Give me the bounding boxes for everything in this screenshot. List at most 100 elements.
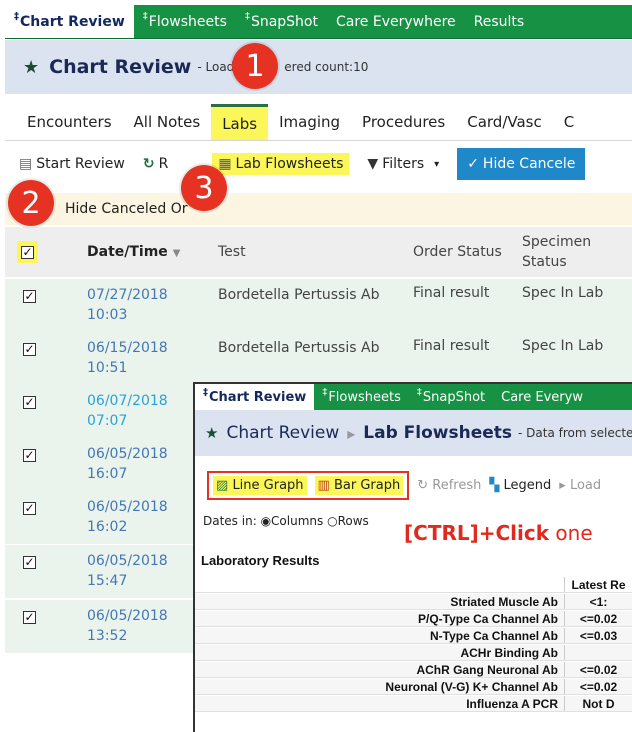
tab-snapshot[interactable]: ‡ SnapShot bbox=[236, 5, 327, 38]
date-column-header[interactable]: Date/Time ▼ bbox=[87, 244, 218, 260]
select-all-cell: ✓ bbox=[5, 241, 87, 263]
inset-tab-bar: ‡ Chart Review ‡ Flowsheets ‡ SnapShot Care… bbox=[195, 384, 632, 410]
result-row[interactable]: Striated Muscle Ab <1: bbox=[195, 594, 632, 610]
result-name: AChR Gang Neuronal Ab bbox=[195, 662, 565, 677]
legend-button[interactable]: ▚ Legend bbox=[489, 478, 551, 493]
row-checkbox-cell: ✓ bbox=[5, 279, 87, 332]
result-value: Not D bbox=[582, 697, 615, 711]
result-row[interactable]: N-Type Ca Channel Ab <=0.03 bbox=[195, 628, 632, 644]
row-checkbox[interactable]: ✓ bbox=[23, 449, 36, 462]
row-checkbox[interactable]: ✓ bbox=[23, 396, 36, 409]
filter-icon: ▼ bbox=[367, 156, 379, 172]
tab-more[interactable]: C bbox=[553, 104, 585, 140]
result-row[interactable]: Neuronal (V-G) K+ Channel Ab <=0.02 bbox=[195, 679, 632, 695]
tab-imaging[interactable]: Imaging bbox=[268, 104, 351, 140]
results-name-header bbox=[195, 577, 565, 592]
row-checkbox-cell: ✓ bbox=[5, 385, 87, 438]
refresh-label: R bbox=[158, 156, 169, 172]
tab-care-everywhere[interactable]: Care Everywhere bbox=[327, 5, 465, 38]
tab-chart-review[interactable]: ‡ Chart Review bbox=[5, 5, 134, 38]
filters-button[interactable]: ▼ Filters ▾ bbox=[361, 153, 445, 175]
result-row[interactable]: ACHr Binding Ab bbox=[195, 645, 632, 661]
result-value: <=0.02 bbox=[579, 680, 618, 694]
select-all-checkbox[interactable]: ✓ bbox=[21, 246, 34, 259]
result-row[interactable]: Influenza A PCR Not D bbox=[195, 696, 632, 712]
row-checkbox-cell: ✓ bbox=[5, 600, 87, 653]
bar-graph-button[interactable]: ▥ Bar Graph bbox=[314, 475, 404, 495]
inset-tab-flowsheets[interactable]: ‡ Flowsheets bbox=[314, 384, 409, 410]
tab-label: SnapShot bbox=[250, 13, 318, 30]
specimen-status-column-header[interactable]: Specimen Status bbox=[522, 232, 591, 272]
page-subtitle: - Load bbox=[197, 60, 235, 74]
lab-flowsheets-label: Lab Flowsheets bbox=[235, 156, 344, 172]
tab-flowsheets[interactable]: ‡ Flowsheets bbox=[134, 5, 236, 38]
table-row[interactable]: ✓ 06/15/2018 10:51 Bordetella Pertussis Ab F… bbox=[5, 332, 632, 385]
row-checkbox[interactable]: ✓ bbox=[23, 290, 36, 303]
refresh-icon: ↻ bbox=[142, 156, 155, 172]
columns-radio[interactable]: ◉ bbox=[261, 514, 271, 528]
tab-encounters[interactable]: Encounters bbox=[5, 104, 123, 140]
table-row[interactable]: ✓ 07/27/2018 10:03 Bordetella Pertussis Ab F… bbox=[5, 279, 632, 332]
hide-canceled-button[interactable]: ✓ Hide Cancele bbox=[457, 148, 586, 180]
start-review-label: Start Review bbox=[36, 156, 125, 172]
result-value: <=0.02 bbox=[579, 612, 618, 626]
pin-icon: ‡ bbox=[416, 386, 422, 398]
tab-procedures[interactable]: Procedures bbox=[351, 104, 456, 140]
refresh-button[interactable]: ↻ R bbox=[137, 153, 174, 175]
filters-label: Filters bbox=[382, 156, 425, 172]
result-name: ACHr Binding Ab bbox=[195, 645, 565, 660]
inset-title: Chart Review bbox=[226, 423, 340, 443]
breadcrumb-arrow-icon: ▸ bbox=[347, 423, 356, 443]
result-name: Influenza A PCR bbox=[195, 696, 565, 711]
result-name: P/Q-Type Ca Channel Ab bbox=[195, 611, 565, 626]
tab-card-vasc[interactable]: Card/Vasc bbox=[456, 104, 553, 140]
order-status-column-header[interactable]: Order Status bbox=[413, 244, 522, 260]
result-row[interactable]: AChR Gang Neuronal Ab <=0.02 bbox=[195, 662, 632, 678]
tab-results[interactable]: Results bbox=[465, 5, 534, 38]
legend-label: Legend bbox=[503, 477, 552, 493]
bar-graph-icon: ▥ bbox=[317, 477, 330, 493]
tab-label: Chart Review bbox=[209, 389, 307, 405]
row-checkbox-cell: ✓ bbox=[5, 545, 87, 598]
row-checkbox[interactable]: ✓ bbox=[23, 611, 36, 624]
play-icon: ▸ bbox=[559, 477, 566, 493]
row-checkbox-cell: ✓ bbox=[5, 332, 87, 385]
legend-icon: ▚ bbox=[489, 477, 500, 493]
inset-refresh-button[interactable]: ↻ Refresh bbox=[417, 478, 481, 493]
inset-tab-care-everywhere[interactable]: Care Everyw bbox=[493, 384, 591, 410]
row-specimen-status: Spec In Lab bbox=[522, 338, 604, 354]
columns-radio-label: Columns bbox=[271, 514, 324, 528]
status-label: Status bbox=[522, 254, 567, 270]
check-icon: ✓ bbox=[467, 156, 479, 172]
row-date[interactable]: 07/27/2018 10:03 bbox=[87, 279, 218, 332]
graph-buttons-group: ▨ Line Graph ▥ Bar Graph bbox=[207, 470, 410, 500]
hide-canceled-label: Hide Cancele bbox=[482, 156, 576, 172]
result-row[interactable]: P/Q-Type Ca Channel Ab <=0.02 bbox=[195, 611, 632, 627]
tab-label: Chart Review bbox=[20, 13, 125, 30]
tab-all-notes[interactable]: All Notes bbox=[123, 104, 212, 140]
row-checkbox[interactable]: ✓ bbox=[23, 343, 36, 356]
step-1-badge: 1 bbox=[232, 43, 278, 89]
inset-tab-chart-review[interactable]: ‡ Chart Review bbox=[195, 384, 315, 410]
lab-flowsheets-button[interactable]: ▦ Lab Flowsheets bbox=[212, 153, 350, 175]
row-date[interactable]: 06/15/2018 10:51 bbox=[87, 332, 218, 385]
select-all-highlight: ✓ bbox=[17, 241, 38, 263]
page-title: Chart Review bbox=[49, 56, 192, 78]
row-checkbox[interactable]: ✓ bbox=[23, 502, 36, 515]
rows-radio[interactable]: ○ bbox=[327, 514, 337, 528]
sort-desc-icon: ▼ bbox=[172, 248, 181, 259]
row-checkbox[interactable]: ✓ bbox=[23, 556, 36, 569]
tab-labs[interactable]: Labs bbox=[211, 104, 269, 140]
step-3-badge: 3 bbox=[181, 165, 227, 211]
test-column-header[interactable]: Test bbox=[218, 244, 413, 260]
inset-tab-snapshot[interactable]: ‡ SnapShot bbox=[409, 384, 493, 410]
table-header: ✓ Date/Time ▼ Test Order Status Specimen… bbox=[5, 227, 632, 277]
row-test: Bordetella Pertussis Ab bbox=[218, 287, 380, 303]
pin-icon: ‡ bbox=[322, 386, 328, 398]
filter-note: Hide Canceled Or bbox=[5, 193, 632, 225]
start-review-button[interactable]: ▤ Start Review bbox=[13, 153, 131, 175]
row-date-day: 06/15/2018 bbox=[87, 340, 168, 356]
line-graph-button[interactable]: ▨ Line Graph bbox=[213, 475, 307, 495]
results-header-row: Latest Re bbox=[195, 577, 632, 593]
load-button[interactable]: ▸ Load bbox=[559, 478, 601, 493]
